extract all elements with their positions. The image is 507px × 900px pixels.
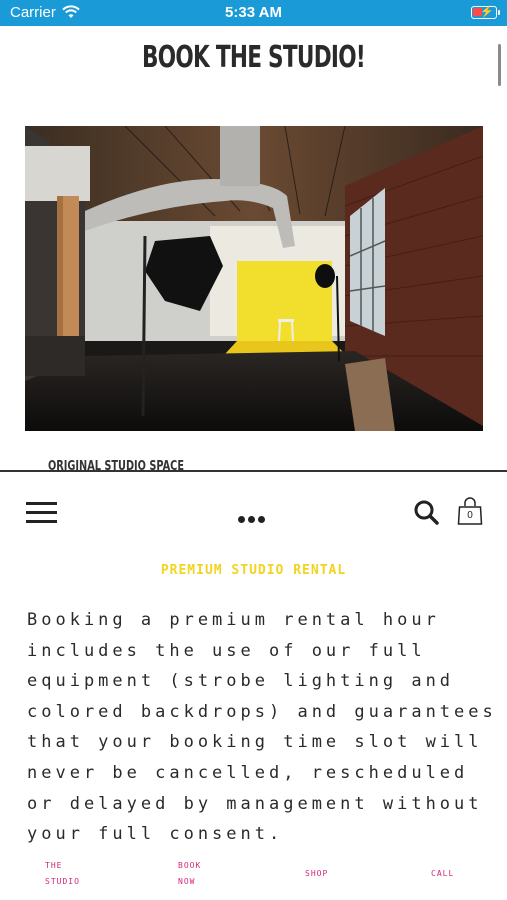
page-title: BOOK THE STUDIO! (141, 40, 366, 75)
bottom-link-book-now[interactable]: BOOK NOW (178, 858, 201, 890)
photo-caption: ORIGINAL STUDIO SPACE (48, 459, 184, 470)
scroll-indicator[interactable] (498, 44, 501, 86)
body-line: Booking a premium rental hour (27, 610, 440, 630)
body-line: includes the use of our full (27, 640, 426, 661)
bottom-link-the-studio[interactable]: THE STUDIO (45, 858, 80, 890)
bottom-link-shop[interactable]: SHOP (305, 866, 328, 882)
bottom-nav: THE STUDIO BOOK NOW SHOP CALL (0, 858, 507, 892)
body-text: Booking a premium rental hour includes t… (27, 605, 497, 850)
body-line: or delayed by management without (27, 793, 483, 814)
cart-count: 0 (467, 510, 473, 521)
bottom-link-call[interactable]: CALL (431, 866, 454, 882)
body-line: your full consent. (27, 824, 284, 845)
divider (0, 470, 507, 472)
body-line: that your booking time slot will (27, 732, 483, 753)
more-icon[interactable] (238, 510, 268, 528)
section-heading: PREMIUM STUDIO RENTAL (160, 563, 347, 578)
status-bar: Carrier 5:33 AM ⚡ (0, 0, 507, 26)
status-time: 5:33 AM (225, 4, 282, 21)
studio-photo[interactable] (25, 126, 483, 431)
search-icon[interactable] (414, 500, 439, 530)
menu-icon[interactable] (26, 502, 57, 524)
battery-charging-icon: ⚡ (471, 6, 500, 19)
body-line: never be cancelled, rescheduled (27, 762, 469, 783)
body-line: colored backdrops) and guarantees (27, 701, 497, 722)
body-line: equipment (strobe lighting and (27, 671, 455, 692)
